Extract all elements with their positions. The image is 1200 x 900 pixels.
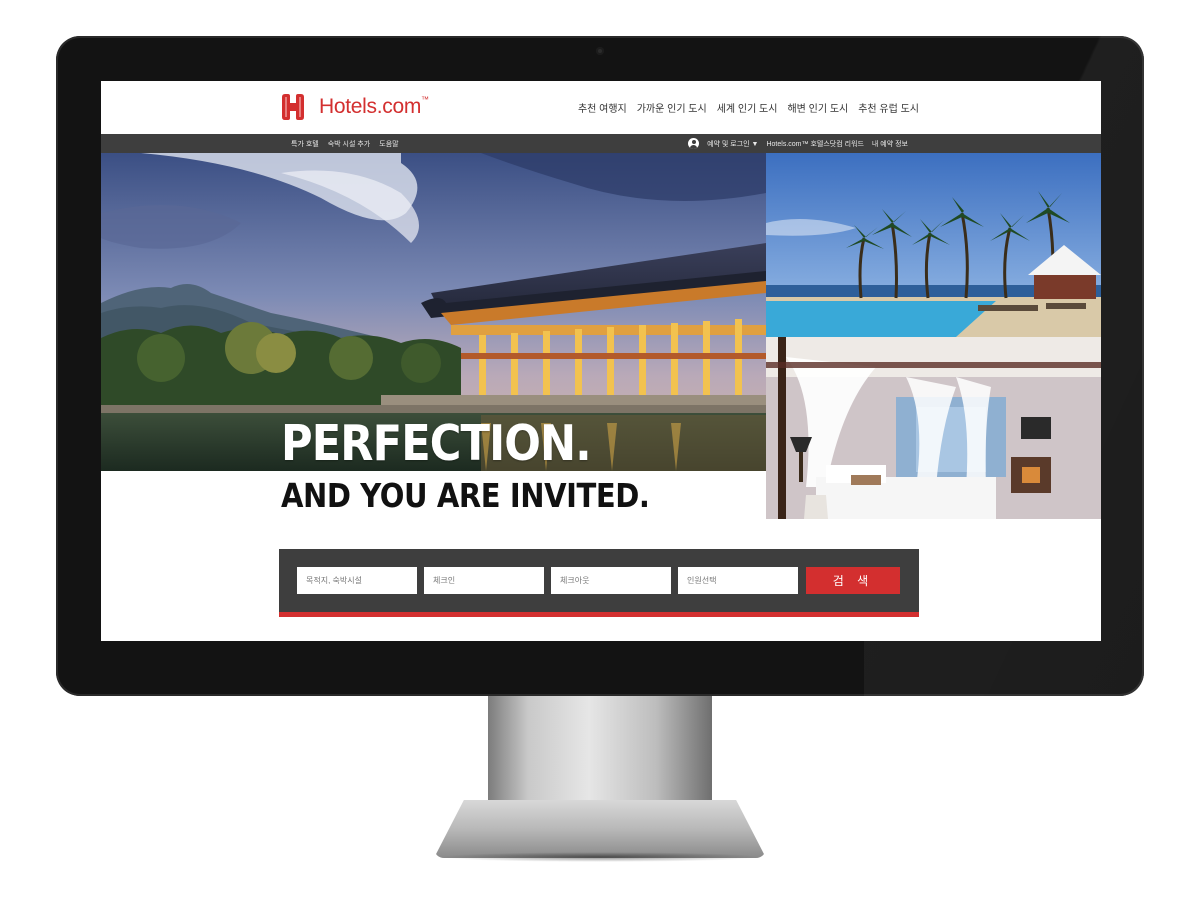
hotel-search-bar: 검 색 [279, 549, 919, 617]
top-navigation: 추천 여행지 가까운 인기 도시 세계 인기 도시 해변 인기 도시 추천 유럽… [578, 100, 919, 115]
guests-select[interactable] [678, 567, 798, 594]
hero-headline-secondary: AND YOU ARE INVITED. [281, 476, 650, 515]
utility-right-links: 예약 및 로그인 ▼ Hotels.com™ 호텔스닷컴 리워드 내 예약 정보 [688, 138, 908, 149]
search-button[interactable]: 검 색 [806, 567, 900, 594]
website-screen: Hotels.com™ 추천 여행지 가까운 인기 도시 세계 인기 도시 해변… [101, 81, 1101, 641]
link-my-bookings[interactable]: 내 예약 정보 [872, 139, 908, 149]
link-rewards[interactable]: Hotels.com™ 호텔스닷컴 리워드 [766, 139, 863, 149]
bedroom-scene-illustration [766, 337, 1101, 519]
hero-image-bedroom [766, 337, 1101, 519]
checkin-date-input[interactable] [424, 567, 544, 594]
utility-bar: 특가 호텔 숙박 시설 추가 도움말 예약 및 로그인 ▼ Hotels.com… [101, 134, 1101, 153]
destination-input[interactable] [297, 567, 417, 594]
link-add-property[interactable]: 숙박 시설 추가 [328, 139, 371, 149]
link-special-deals[interactable]: 특가 호텔 [291, 139, 319, 149]
nav-recommended-europe-cities[interactable]: 추천 유럽 도시 [858, 100, 919, 115]
monitor-stand-neck [488, 696, 712, 816]
hero-headline-primary: PERFECTION. [281, 415, 592, 472]
hotels-h-logo-icon [282, 94, 304, 120]
monitor-stand-base [434, 800, 766, 858]
webcam-dot [596, 47, 604, 55]
user-account-icon[interactable] [688, 138, 700, 149]
hero-image-pool [766, 153, 1101, 337]
link-help[interactable]: 도움말 [379, 139, 398, 149]
nav-recommended-destinations[interactable]: 추천 여행지 [578, 100, 627, 115]
monitor-stand-shadow [440, 852, 760, 862]
pool-scene-illustration [766, 153, 1101, 337]
nav-nearby-popular-cities[interactable]: 가까운 인기 도시 [637, 100, 707, 115]
utility-left-links: 특가 호텔 숙박 시설 추가 도움말 [291, 139, 399, 149]
brand-name: Hotels.com™ [319, 95, 429, 118]
hotels-logo[interactable]: Hotels.com™ [279, 93, 429, 121]
nav-world-popular-cities[interactable]: 세계 인기 도시 [717, 100, 778, 115]
checkout-date-input[interactable] [551, 567, 671, 594]
link-sign-in[interactable]: 예약 및 로그인 ▼ [707, 139, 758, 149]
site-header: Hotels.com™ 추천 여행지 가까운 인기 도시 세계 인기 도시 해변… [101, 81, 1101, 134]
nav-beach-popular-cities[interactable]: 해변 인기 도시 [787, 100, 848, 115]
